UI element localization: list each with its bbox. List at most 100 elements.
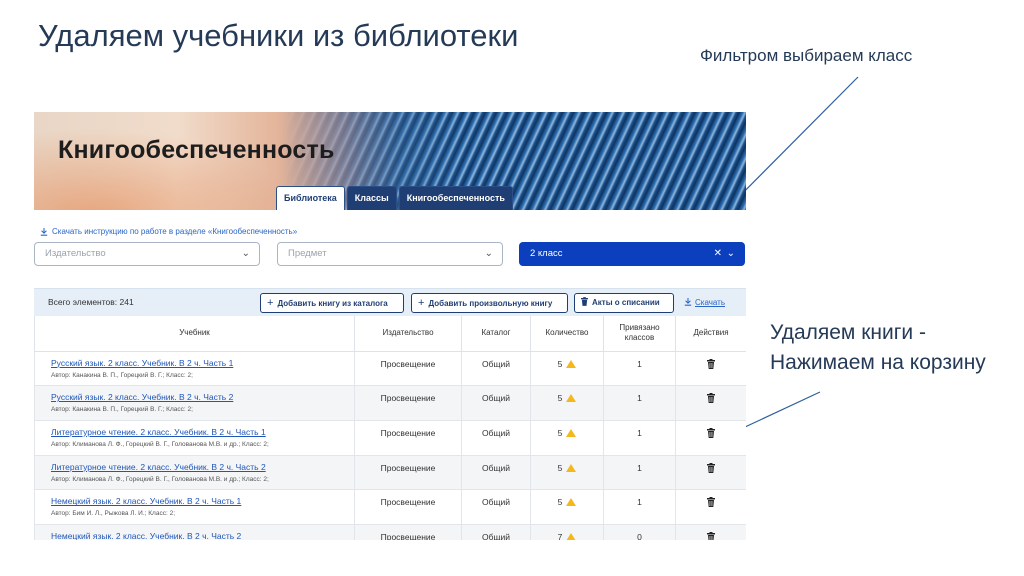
trash-icon[interactable] bbox=[707, 531, 715, 540]
warning-triangle-icon bbox=[566, 394, 577, 403]
quantity-value: 5 bbox=[557, 462, 563, 473]
trash-icon[interactable] bbox=[707, 393, 715, 404]
subject-select-placeholder: Предмет bbox=[288, 248, 327, 259]
tab-library[interactable]: Библиотека bbox=[276, 186, 345, 210]
add-custom-book-label: Добавить произвольную книгу bbox=[428, 299, 553, 308]
quantity-value: 5 bbox=[557, 427, 563, 438]
publisher-cell: Просвещение bbox=[354, 489, 462, 525]
publisher-select-placeholder: Издательство bbox=[45, 248, 106, 259]
book-title-link[interactable]: Русский язык. 2 класс. Учебник. В 2 ч. Ч… bbox=[51, 358, 354, 368]
quantity-cell: 5 bbox=[530, 385, 604, 421]
header-publisher[interactable]: Издательство bbox=[354, 316, 462, 352]
linked-classes-cell: 1 bbox=[603, 350, 676, 387]
quantity-value: 7 bbox=[557, 531, 563, 540]
header-quantity[interactable]: Количество bbox=[530, 316, 604, 352]
table-row: Немецкий язык. 2 класс. Учебник. В 2 ч. … bbox=[34, 489, 746, 525]
book-author: Автор: Климанова Л. Ф., Горецкий В. Г., … bbox=[51, 440, 269, 448]
subject-select[interactable]: Предмет ⌄ bbox=[277, 242, 503, 266]
actions-cell bbox=[675, 385, 746, 421]
warning-triangle-icon bbox=[566, 463, 577, 472]
download-button[interactable]: Скачать bbox=[684, 298, 725, 307]
table-toolbar: Всего элементов: 241 + Добавить книгу из … bbox=[34, 288, 746, 316]
book-author: Автор: Канакина В. П., Горецкий В. Г.; К… bbox=[51, 406, 193, 414]
annotation-delete-line2: Нажимаем на корзину bbox=[770, 351, 986, 374]
book-title-link[interactable]: Немецкий язык. 2 класс. Учебник. В 2 ч. … bbox=[51, 531, 354, 540]
linked-classes-cell: 1 bbox=[603, 489, 676, 525]
tab-classes[interactable]: Классы bbox=[346, 186, 397, 210]
chevron-down-icon: ⌄ bbox=[726, 248, 735, 259]
write-off-acts-label: Акты о списании bbox=[592, 298, 660, 307]
header-actions: Действия bbox=[675, 316, 746, 352]
book-cell: Немецкий язык. 2 класс. Учебник. В 2 ч. … bbox=[34, 523, 355, 540]
total-count: Всего элементов: 241 bbox=[48, 297, 134, 307]
table-header-row: Учебник Издательство Каталог Количество … bbox=[34, 316, 746, 352]
quantity-value: 5 bbox=[557, 393, 563, 404]
instruction-link-text: Скачать инструкцию по работе в разделе «… bbox=[52, 227, 298, 236]
trash-icon[interactable] bbox=[707, 497, 715, 508]
class-select[interactable]: 2 класс ✕ ⌄ bbox=[519, 242, 745, 266]
warning-triangle-icon bbox=[566, 532, 577, 540]
book-title-link[interactable]: Русский язык. 2 класс. Учебник. В 2 ч. Ч… bbox=[51, 392, 354, 402]
tab-book-supply[interactable]: Книгообеспеченность bbox=[398, 186, 513, 210]
warning-triangle-icon bbox=[566, 359, 577, 368]
instruction-link[interactable]: Скачать инструкцию по работе в разделе «… bbox=[40, 227, 297, 236]
book-author: Автор: Бим И. Л., Рыжова Л. И.; Класс: 2… bbox=[51, 510, 175, 518]
books-table: Учебник Издательство Каталог Количество … bbox=[34, 316, 746, 540]
table-row: Немецкий язык. 2 класс. Учебник. В 2 ч. … bbox=[34, 523, 746, 540]
download-icon bbox=[40, 227, 48, 236]
publisher-cell: Просвещение bbox=[354, 385, 462, 421]
chevron-down-icon: ⌄ bbox=[484, 248, 493, 259]
clear-icon[interactable]: ✕ bbox=[714, 243, 722, 265]
annotation-delete: Удаляем книги - Нажимаем на корзину bbox=[770, 318, 986, 378]
header-book[interactable]: Учебник bbox=[34, 316, 355, 352]
publisher-cell: Просвещение bbox=[354, 523, 462, 540]
quantity-value: 5 bbox=[557, 497, 563, 508]
book-author: Автор: Климанова Л. Ф., Горецкий В. Г., … bbox=[51, 475, 269, 483]
linked-classes-cell: 1 bbox=[603, 419, 676, 456]
book-cell: Литературное чтение. 2 класс. Учебник. В… bbox=[34, 419, 355, 456]
class-select-value: 2 класс bbox=[530, 248, 563, 259]
quantity-cell: 5 bbox=[530, 350, 604, 387]
quantity-cell: 7 bbox=[530, 523, 604, 540]
actions-cell bbox=[675, 419, 746, 456]
download-label: Скачать bbox=[695, 298, 725, 307]
header-catalog[interactable]: Каталог bbox=[461, 316, 531, 352]
trash-icon[interactable] bbox=[707, 427, 715, 438]
table-row: Русский язык. 2 класс. Учебник. В 2 ч. Ч… bbox=[34, 350, 746, 387]
trash-icon[interactable] bbox=[707, 358, 715, 369]
book-author: Автор: Канакина В. П., Горецкий В. Г.; К… bbox=[51, 371, 193, 379]
plus-icon: + bbox=[418, 297, 425, 309]
catalog-cell: Общий bbox=[461, 523, 531, 540]
book-cell: Литературное чтение. 2 класс. Учебник. В… bbox=[34, 454, 355, 491]
catalog-cell: Общий bbox=[461, 350, 531, 387]
book-cell: Русский язык. 2 класс. Учебник. В 2 ч. Ч… bbox=[34, 385, 355, 421]
publisher-select[interactable]: Издательство ⌄ bbox=[34, 242, 260, 266]
book-title-link[interactable]: Немецкий язык. 2 класс. Учебник. В 2 ч. … bbox=[51, 496, 354, 506]
trash-icon[interactable] bbox=[707, 462, 715, 473]
app-window: Книгообеспеченность Библиотека Классы Кн… bbox=[34, 112, 746, 540]
quantity-cell: 5 bbox=[530, 419, 604, 456]
catalog-cell: Общий bbox=[461, 419, 531, 456]
book-cell: Немецкий язык. 2 класс. Учебник. В 2 ч. … bbox=[34, 489, 355, 525]
table-row: Литературное чтение. 2 класс. Учебник. В… bbox=[34, 454, 746, 491]
plus-icon: + bbox=[267, 297, 274, 309]
catalog-cell: Общий bbox=[461, 454, 531, 491]
write-off-acts-button[interactable]: Акты о списании bbox=[574, 293, 674, 313]
actions-cell bbox=[675, 454, 746, 491]
book-title-link[interactable]: Литературное чтение. 2 класс. Учебник. В… bbox=[51, 427, 354, 437]
annotation-delete-line1: Удаляем книги - bbox=[770, 321, 926, 344]
linked-classes-cell: 1 bbox=[603, 454, 676, 491]
trash-icon bbox=[581, 297, 588, 306]
actions-cell bbox=[675, 350, 746, 387]
header-linked-classes[interactable]: Привязано классов bbox=[603, 316, 676, 352]
add-from-catalog-label: Добавить книгу из каталога bbox=[277, 299, 388, 308]
table-row: Литературное чтение. 2 класс. Учебник. В… bbox=[34, 419, 746, 456]
publisher-cell: Просвещение bbox=[354, 350, 462, 387]
catalog-cell: Общий bbox=[461, 385, 531, 421]
linked-classes-cell: 1 bbox=[603, 385, 676, 421]
table-row: Русский язык. 2 класс. Учебник. В 2 ч. Ч… bbox=[34, 385, 746, 421]
add-from-catalog-button[interactable]: + Добавить книгу из каталога bbox=[260, 293, 404, 313]
add-custom-book-button[interactable]: + Добавить произвольную книгу bbox=[411, 293, 568, 313]
quantity-cell: 5 bbox=[530, 489, 604, 525]
book-title-link[interactable]: Литературное чтение. 2 класс. Учебник. В… bbox=[51, 462, 354, 472]
